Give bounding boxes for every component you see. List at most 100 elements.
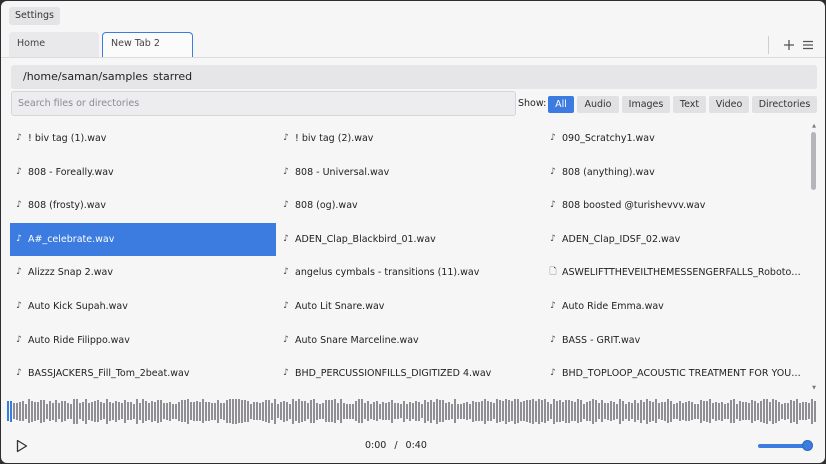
file-item[interactable]: ♪ Auto Ride Filippo.wav — [10, 324, 276, 357]
waveform-bar — [136, 398, 138, 424]
plus-icon[interactable] — [782, 38, 796, 52]
file-item[interactable]: ♪ 808 boosted @turishevvv.wav — [544, 189, 802, 222]
waveform-bar — [436, 398, 438, 424]
filter-text[interactable]: Text — [673, 96, 706, 113]
waveform-bar — [766, 398, 768, 424]
waveform-bar — [691, 402, 693, 420]
waveform-bar — [742, 402, 744, 420]
file-item[interactable]: ♪ BHD_PERCUSSIONFILLS_DIGITIZED 4.wav — [277, 357, 543, 390]
file-item[interactable]: ♪ 808 (anything).wav — [544, 156, 802, 189]
waveform-bar — [409, 401, 411, 421]
starred-link[interactable]: starred — [153, 65, 192, 89]
waveform-bar — [82, 401, 84, 421]
file-item[interactable]: ♪ 090_Scratchy1.wav — [544, 122, 802, 155]
file-item[interactable]: 🗋 ASWELIFTTHEVEILTHEMESSENGERFALLS_Roboto… — [544, 256, 802, 289]
waveform-bar — [358, 399, 360, 423]
waveform-bar — [442, 400, 444, 422]
play-icon[interactable] — [15, 438, 29, 454]
waveform-bar — [640, 399, 642, 423]
waveform[interactable] — [7, 395, 819, 427]
volume-knob[interactable] — [802, 440, 813, 451]
waveform-bar — [748, 402, 750, 420]
waveform-bar — [598, 403, 600, 419]
volume-slider[interactable] — [758, 439, 813, 453]
waveform-bar — [496, 399, 498, 423]
file-item[interactable]: ♪ angelus cymbals - transitions (11).wav — [277, 256, 543, 289]
file-item[interactable]: ♪ Auto Snare Marceline.wav — [277, 324, 543, 357]
waveform-bar — [373, 402, 375, 420]
scroll-up-icon[interactable]: ▲ — [811, 123, 817, 129]
waveform-bar — [577, 399, 579, 423]
file-item[interactable]: ♪ 808 (og).wav — [277, 189, 543, 222]
waveform-bar — [430, 399, 432, 423]
file-item[interactable]: ♪ Auto Ride Emma.wav — [544, 290, 802, 323]
file-item[interactable]: ♪ BHD_TOPLOOP_ACOUSTIC TREATMENT FOR YOUR… — [544, 357, 802, 390]
waveform-bar — [64, 401, 66, 421]
waveform-bar — [439, 400, 441, 422]
waveform-bar — [154, 401, 156, 421]
file-item[interactable]: ♪ A#_celebrate.wav — [10, 223, 276, 256]
filter-video[interactable]: Video — [709, 96, 749, 113]
file-item[interactable]: ♪ ! biv tag (1).wav — [10, 122, 276, 155]
file-item[interactable]: ♪ ADEN_Clap_IDSF_02.wav — [544, 223, 802, 256]
playback-time: 0:00 / 0:40 — [361, 440, 431, 451]
waveform-bar — [424, 399, 426, 423]
music-note-icon: ♪ — [283, 167, 289, 177]
file-name: ADEN_Clap_Blackbird_01.wav — [295, 234, 436, 245]
waveform-bar — [364, 403, 366, 419]
waveform-bar — [307, 403, 309, 419]
music-note-icon: ♪ — [16, 267, 22, 277]
file-item[interactable]: ♪ 808 - Foreally.wav — [10, 156, 276, 189]
waveform-bar — [325, 400, 327, 422]
waveform-bar — [574, 401, 576, 421]
tab-new-tab-2[interactable]: New Tab 2 — [102, 32, 193, 57]
current-path[interactable]: /home/saman/samples — [23, 65, 148, 89]
filter-all[interactable]: All — [548, 96, 574, 113]
waveform-bar — [19, 401, 21, 421]
waveform-bar — [460, 403, 462, 419]
file-item[interactable]: ♪ BASS - GRIT.wav — [544, 324, 802, 357]
file-item[interactable]: ♪ BASSJACKERS_Fill_Tom_2beat.wav — [10, 357, 276, 390]
hamburger-menu-icon[interactable] — [801, 38, 815, 52]
file-item[interactable]: ♪ ADEN_Clap_Blackbird_01.wav — [277, 223, 543, 256]
waveform-bar — [349, 403, 351, 419]
filter-audio[interactable]: Audio — [577, 96, 619, 113]
music-note-icon: ♪ — [283, 335, 289, 345]
waveform-bar — [649, 400, 651, 422]
file-item[interactable]: ♪ 808 - Universal.wav — [277, 156, 543, 189]
waveform-bar — [370, 403, 372, 419]
waveform-bar — [202, 399, 204, 423]
filter-directories[interactable]: Directories — [752, 96, 817, 113]
search-input[interactable]: Search files or directories — [11, 91, 516, 116]
waveform-bar — [718, 402, 720, 420]
scroll-thumb[interactable] — [811, 132, 816, 190]
waveform-bar — [811, 398, 813, 424]
file-item[interactable]: ♪ Auto Lit Snare.wav — [277, 290, 543, 323]
file-item[interactable]: ♪ Alizzz Snap 2.wav — [10, 256, 276, 289]
waveform-bar — [739, 401, 741, 421]
waveform-bar — [697, 403, 699, 419]
music-note-icon: ♪ — [550, 368, 556, 378]
filter-images[interactable]: Images — [622, 96, 670, 113]
waveform-bar — [214, 402, 216, 420]
vertical-scrollbar[interactable]: ▲ ▼ — [811, 123, 817, 391]
waveform-bar — [517, 399, 519, 423]
tab-home[interactable]: Home — [9, 32, 99, 57]
waveform-bar — [85, 398, 87, 424]
file-item[interactable]: ♪ 808 (frosty).wav — [10, 189, 276, 222]
file-item[interactable]: ♪ ! biv tag (2).wav — [277, 122, 543, 155]
waveform-bar — [10, 400, 12, 422]
waveform-bar — [451, 403, 453, 419]
waveform-bar — [286, 401, 288, 421]
waveform-bar — [247, 400, 249, 422]
file-name: Alizzz Snap 2.wav — [28, 267, 113, 278]
waveform-bar — [808, 403, 810, 419]
settings-button[interactable]: Settings — [9, 7, 60, 25]
tab-actions-divider — [768, 36, 769, 54]
file-item[interactable]: ♪ Auto Kick Supah.wav — [10, 290, 276, 323]
waveform-bar — [583, 403, 585, 419]
waveform-bar — [238, 399, 240, 423]
waveform-bar — [7, 401, 9, 421]
waveform-bar — [253, 402, 255, 420]
scroll-down-icon[interactable]: ▼ — [811, 385, 817, 391]
